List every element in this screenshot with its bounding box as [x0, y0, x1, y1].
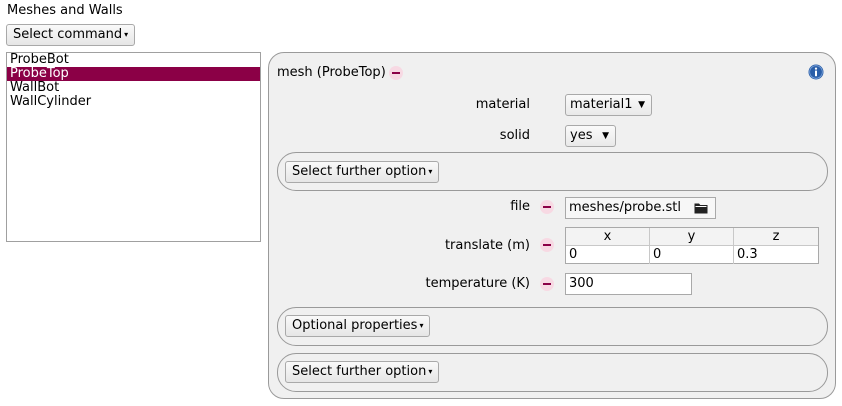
optional-properties-label: Optional properties [292, 318, 418, 333]
select-further-option-button-2[interactable]: Select further option ▾ [285, 361, 440, 383]
chevron-down-icon: ▼ [602, 131, 609, 141]
translate-table: x y z 0 0 0.3 [565, 227, 819, 264]
translate-header-y: y [650, 228, 734, 246]
translate-header-x: x [566, 228, 650, 246]
solid-label: solid [499, 128, 530, 143]
chevron-down-icon: ▾ [428, 167, 433, 176]
further-option-label-2: Select further option [292, 364, 427, 379]
select-command-label: Select command [13, 27, 123, 42]
list-item[interactable]: WallCylinder [7, 95, 260, 109]
remove-file-minus-icon[interactable] [540, 200, 554, 214]
file-field[interactable]: meshes/probe.stl [565, 197, 716, 219]
list-item[interactable]: ProbeBot [7, 53, 260, 67]
page-title: Meshes and Walls [7, 3, 123, 18]
file-value: meshes/probe.stl [569, 200, 681, 215]
translate-y-input[interactable]: 0 [650, 246, 734, 264]
panel-title: mesh (ProbeTop) [277, 65, 386, 80]
chevron-down-icon: ▾ [419, 321, 424, 330]
material-select[interactable]: material1 ▼ [565, 94, 652, 116]
list-item-selected[interactable]: ProbeTop [7, 67, 260, 81]
folder-icon[interactable] [694, 202, 708, 214]
solid-value: yes [570, 128, 593, 143]
file-label: file [510, 199, 530, 214]
temperature-label: temperature (K) [425, 276, 530, 291]
chevron-down-icon: ▾ [428, 367, 433, 376]
chevron-down-icon: ▾ [124, 30, 129, 39]
translate-label: translate (m) [444, 238, 530, 253]
info-icon[interactable] [808, 64, 824, 80]
remove-translate-minus-icon[interactable] [540, 238, 554, 252]
further-option-label: Select further option [292, 164, 427, 179]
translate-x-input[interactable]: 0 [566, 246, 650, 264]
mesh-panel [268, 52, 836, 399]
chevron-down-icon: ▼ [638, 100, 645, 110]
object-list[interactable]: ProbeBot ProbeTop WallBot WallCylinder [6, 52, 261, 242]
solid-select[interactable]: yes ▼ [565, 125, 616, 147]
material-label: material [475, 97, 530, 112]
select-further-option-button[interactable]: Select further option ▾ [285, 161, 440, 183]
temperature-input[interactable]: 300 [565, 273, 692, 295]
remove-temperature-minus-icon[interactable] [540, 277, 554, 291]
translate-z-input[interactable]: 0.3 [734, 246, 818, 264]
select-command-button[interactable]: Select command ▾ [6, 24, 136, 46]
optional-properties-button[interactable]: Optional properties ▾ [285, 315, 431, 337]
list-item[interactable]: WallBot [7, 81, 260, 95]
material-value: material1 [570, 97, 633, 112]
translate-header-z: z [734, 228, 818, 246]
remove-mesh-minus-icon[interactable] [389, 66, 403, 80]
